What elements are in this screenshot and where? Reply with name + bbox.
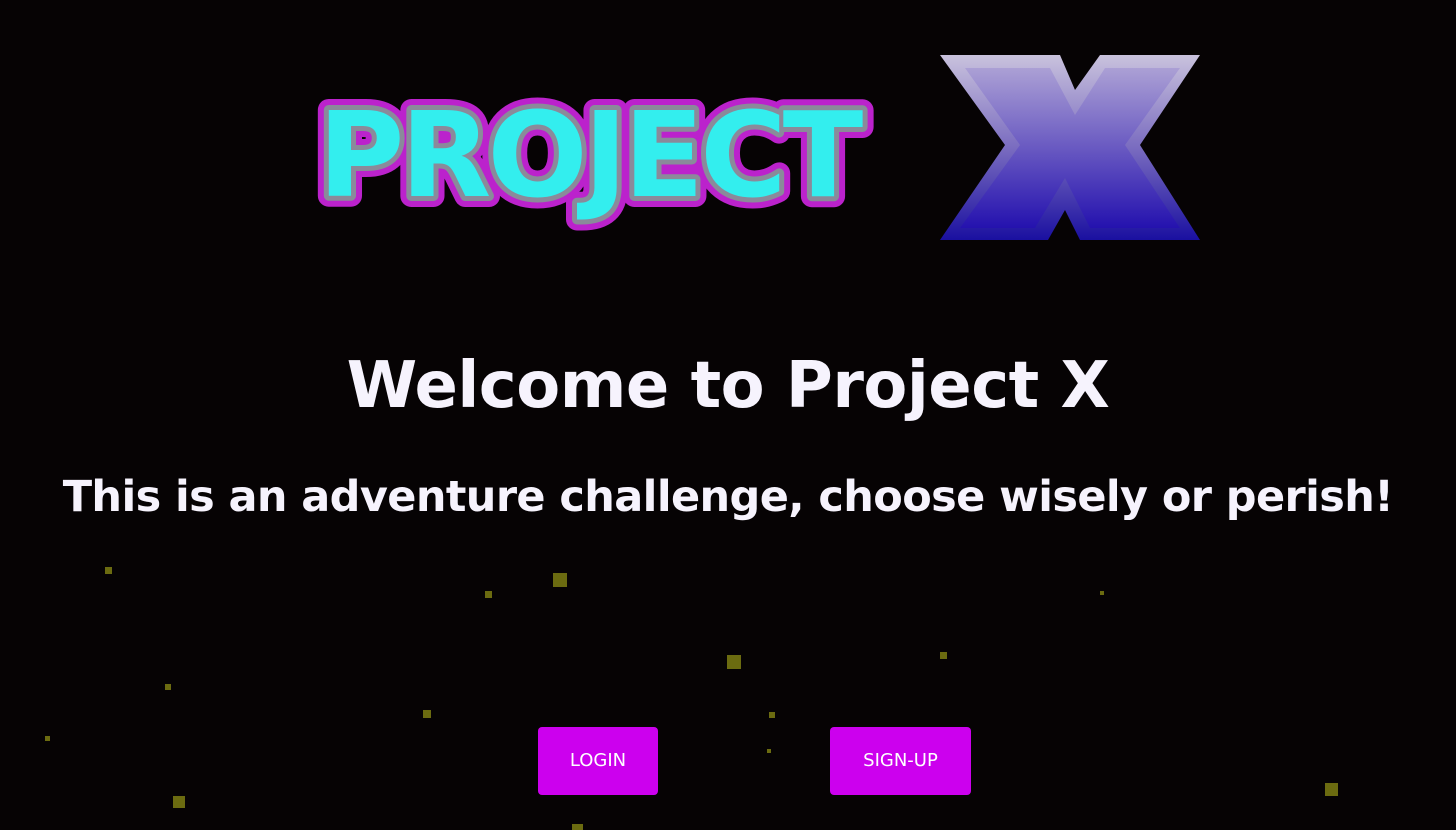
particle	[45, 736, 50, 741]
svg-text:PROJECT: PROJECT	[318, 86, 863, 224]
particle	[423, 710, 431, 718]
particle	[727, 655, 741, 669]
particle	[940, 652, 947, 659]
particle	[553, 573, 567, 587]
signup-button[interactable]: SIGN-UP	[830, 727, 971, 795]
project-x-logo: PROJECT PROJECT PROJECT	[300, 50, 1205, 245]
particle	[105, 567, 112, 574]
particle	[769, 712, 775, 718]
x-emblem-icon	[940, 55, 1200, 240]
project-wordmark-icon: PROJECT PROJECT PROJECT	[307, 75, 878, 235]
page-subtitle: This is an adventure challenge, choose w…	[62, 472, 1394, 522]
login-button[interactable]: LOGIN	[538, 727, 658, 795]
particle	[1325, 783, 1338, 796]
particle	[485, 591, 492, 598]
particle	[767, 749, 771, 753]
particle	[572, 824, 583, 830]
page-title: Welcome to Project X	[346, 349, 1110, 423]
particle	[1100, 591, 1104, 595]
particle	[165, 684, 171, 690]
particle	[173, 796, 185, 808]
